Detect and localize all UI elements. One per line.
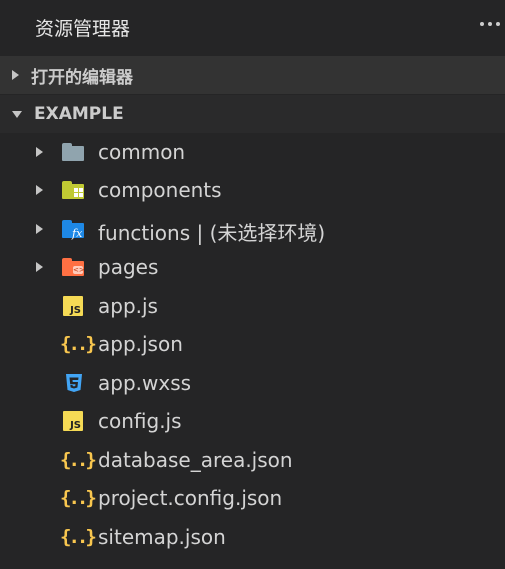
tree-item-label: app.js [98, 294, 158, 318]
css-file-icon [60, 372, 86, 394]
tree-item-label: sitemap.json [98, 525, 226, 549]
json-file-icon: {..} [60, 449, 97, 471]
chevron-right-icon [36, 185, 43, 195]
tree-item-label: components [98, 178, 222, 202]
more-actions-button[interactable] [475, 10, 505, 38]
tree-item-components[interactable]: components [0, 171, 505, 209]
explorer-panel: 资源管理器 打开的编辑器 EXAMPLE common components f… [0, 0, 505, 569]
more-dot-icon [480, 22, 484, 26]
tree-item-app-js[interactable]: JS app.js [0, 287, 505, 325]
section-workspace-label: EXAMPLE [34, 104, 124, 124]
tree-item-label: functions | (未选择环境) [98, 221, 326, 245]
tree-item-functions[interactable]: fx functions | (未选择环境) [0, 210, 505, 248]
tree-item-label: config.js [98, 409, 182, 433]
tree-item-pages[interactable]: <> pages [0, 248, 505, 286]
more-dot-icon [488, 22, 492, 26]
section-workspace[interactable]: EXAMPLE [0, 95, 505, 133]
json-file-icon: {..} [60, 487, 97, 509]
explorer-title-bar: 资源管理器 [0, 0, 505, 52]
json-file-icon: {..} [60, 333, 97, 355]
functions-folder-icon: fx [60, 218, 86, 240]
tree-item-label: common [98, 140, 186, 164]
tree-item-project-config-json[interactable]: {..} project.config.json [0, 479, 505, 517]
json-file-icon: {..} [60, 526, 97, 548]
tree-item-label: database_area.json [98, 448, 293, 472]
components-folder-icon [60, 179, 86, 201]
chevron-right-icon [36, 262, 43, 272]
tree-item-label: project.config.json [98, 486, 283, 510]
chevron-right-icon [36, 224, 43, 234]
tree-item-sitemap-json[interactable]: {..} sitemap.json [0, 518, 505, 556]
explorer-title: 资源管理器 [35, 18, 131, 40]
tree-item-label: app.json [98, 332, 183, 356]
chevron-right-icon [36, 147, 43, 157]
tree-item-app-wxss[interactable]: app.wxss [0, 364, 505, 402]
more-dot-icon [496, 22, 500, 26]
tree-item-database-area-json[interactable]: {..} database_area.json [0, 441, 505, 479]
tree-item-app-json[interactable]: {..} app.json [0, 325, 505, 363]
js-file-icon: JS [60, 295, 86, 317]
tree-item-label: app.wxss [98, 371, 192, 395]
js-file-icon: JS [60, 410, 86, 432]
pages-folder-icon: <> [60, 256, 86, 278]
section-open-editors[interactable]: 打开的编辑器 [0, 56, 505, 94]
tree-item-common[interactable]: common [0, 133, 505, 171]
folder-icon [60, 141, 86, 163]
section-open-editors-label: 打开的编辑器 [31, 67, 133, 88]
tree-item-label: pages [98, 255, 159, 279]
tree-item-config-js[interactable]: JS config.js [0, 402, 505, 440]
chevron-right-icon [12, 70, 19, 80]
chevron-down-icon [12, 110, 22, 118]
